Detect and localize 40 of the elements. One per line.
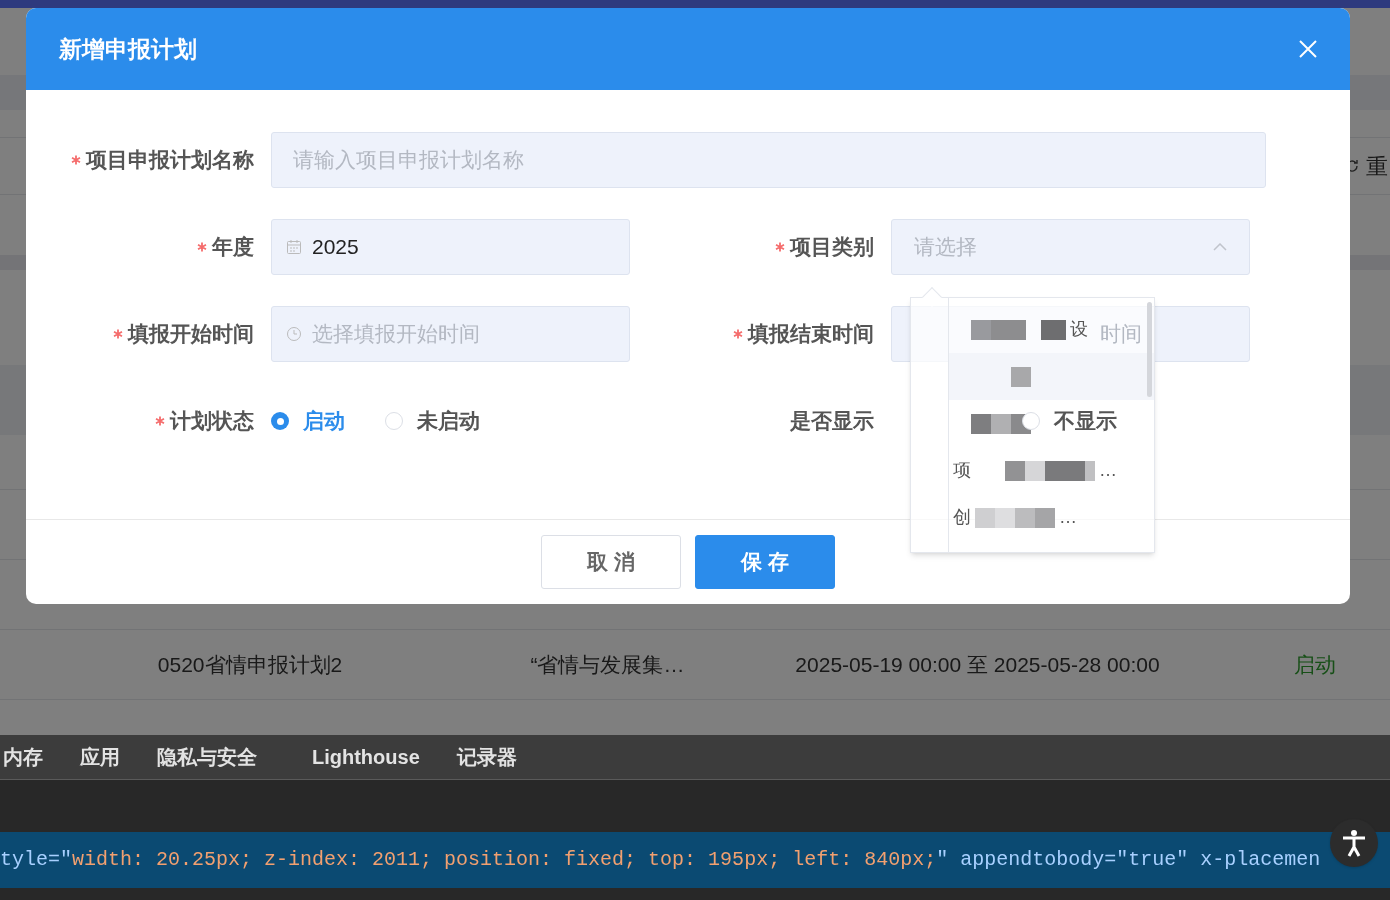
close-icon — [1299, 40, 1317, 58]
dropdown-option[interactable] — [949, 353, 1154, 400]
table-cell-text: 0520省情申报计划2 — [156, 651, 344, 678]
devtools-tab[interactable]: Lighthouse — [312, 742, 420, 772]
field-label: 填报结束时间 — [748, 321, 874, 348]
redacted-drawing — [971, 413, 1031, 434]
name-input[interactable]: 请输入项目申报计划名称 — [271, 132, 1266, 188]
dropdown-option[interactable]: 设 — [949, 306, 1090, 353]
field-label: 是否显示 — [790, 408, 874, 435]
cancel-button[interactable]: 取 消 — [541, 535, 681, 589]
field-label: 项目类别 — [790, 234, 874, 261]
table-cell-text: 2025-05-19 00:00 至 2025-05-28 00:00 — [794, 651, 1161, 678]
devtools-tab[interactable]: 记录器 — [456, 742, 517, 772]
start-time-picker[interactable]: 选择填报开始时间 — [271, 306, 630, 362]
field-label: 项目申报计划名称 — [86, 147, 254, 174]
start-time-input[interactable]: 选择填报开始时间 — [312, 318, 615, 350]
field-label: 年度 — [212, 234, 254, 261]
radio-button[interactable] — [271, 412, 289, 430]
dialog-title: 新增申报计划 — [59, 34, 197, 64]
close-button[interactable] — [1297, 38, 1319, 60]
dropdown-option[interactable]: 项 … — [949, 447, 1119, 494]
accessibility-icon — [1341, 829, 1367, 857]
chevron-icon — [1213, 243, 1227, 251]
status-text: 启动 — [1293, 651, 1337, 678]
accessibility-button[interactable] — [1330, 819, 1378, 867]
calendar-icon — [286, 239, 302, 255]
radio-button[interactable] — [385, 412, 403, 430]
devtools-tab[interactable]: 隐私与安全 — [157, 742, 257, 772]
code-line: tyle="width: 20.25px; z-index: 2011; position: fixed; top: 195px; left: 840px;" appendtobody="true" x-placemen — [0, 847, 1321, 873]
redacted-drawing — [1011, 366, 1031, 387]
clock-icon — [286, 326, 302, 342]
field-label: 计划状态 — [170, 408, 254, 435]
devtools-tab[interactable]: 应用 — [80, 742, 120, 772]
year-input[interactable]: 2025 — [312, 231, 615, 263]
table-cell-text: “省情与发展集… — [529, 651, 686, 678]
devtools-tab[interactable]: 内存 — [3, 742, 43, 772]
field-label: 填报开始时间 — [128, 321, 254, 348]
dropdown-option[interactable]: 创 … — [949, 494, 1079, 541]
radio-option[interactable]: 未启动 — [385, 405, 480, 437]
year-picker[interactable]: 2025 — [271, 219, 630, 275]
